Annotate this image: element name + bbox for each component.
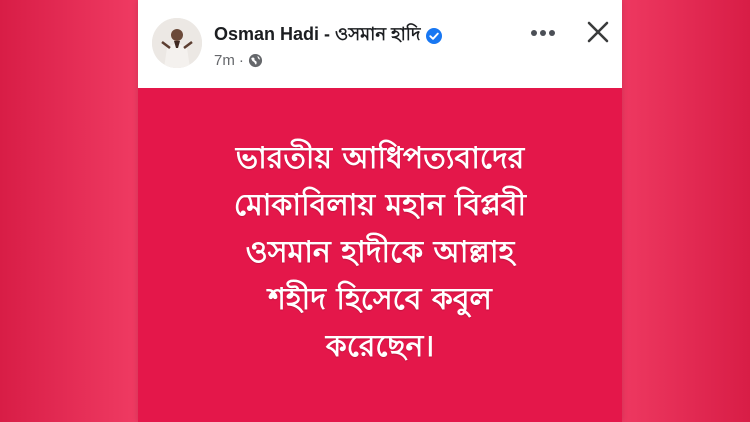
close-button[interactable]: [584, 18, 612, 46]
post-meta: 7m ·: [214, 52, 263, 69]
post-text-line: ভারতীয় আধিপত্যবাদের: [235, 140, 525, 176]
post-header: Osman Hadi - ওসমান হাদি 7m ·: [138, 0, 622, 88]
meta-separator: ·: [238, 52, 244, 69]
close-icon: [587, 21, 609, 43]
post-text-line: শহীদ হিসেবে কবুল: [268, 281, 492, 317]
author-name[interactable]: Osman Hadi - ওসমান হাদি: [214, 20, 420, 51]
post-time[interactable]: 7m: [214, 52, 235, 69]
post-text-line: ওসমান হাদীকে আল্লাহ: [245, 234, 515, 270]
avatar-photo: [152, 18, 202, 68]
post-text: ভারতীয় আধিপত্যবাদের মোকাবিলায় মহান বিপ…: [160, 135, 600, 370]
post-text-line: মোকাবিলায় মহান বিপ্লবী: [233, 187, 527, 223]
globe-icon[interactable]: [248, 53, 263, 68]
post-text-line: করেছেন।: [325, 328, 435, 364]
post-text-background: ভারতীয় আধিপত্যবাদের মোকাবিলায় মহান বিপ…: [138, 88, 622, 422]
more-horizontal-icon: [531, 30, 555, 36]
author-name-row: Osman Hadi - ওসমান হাদি: [214, 20, 443, 51]
avatar[interactable]: [152, 18, 202, 68]
verified-badge-icon: [426, 27, 443, 44]
post-card: Osman Hadi - ওসমান হাদি 7m · ভারতীয় আধি…: [138, 0, 622, 422]
more-options-button[interactable]: [528, 20, 558, 46]
